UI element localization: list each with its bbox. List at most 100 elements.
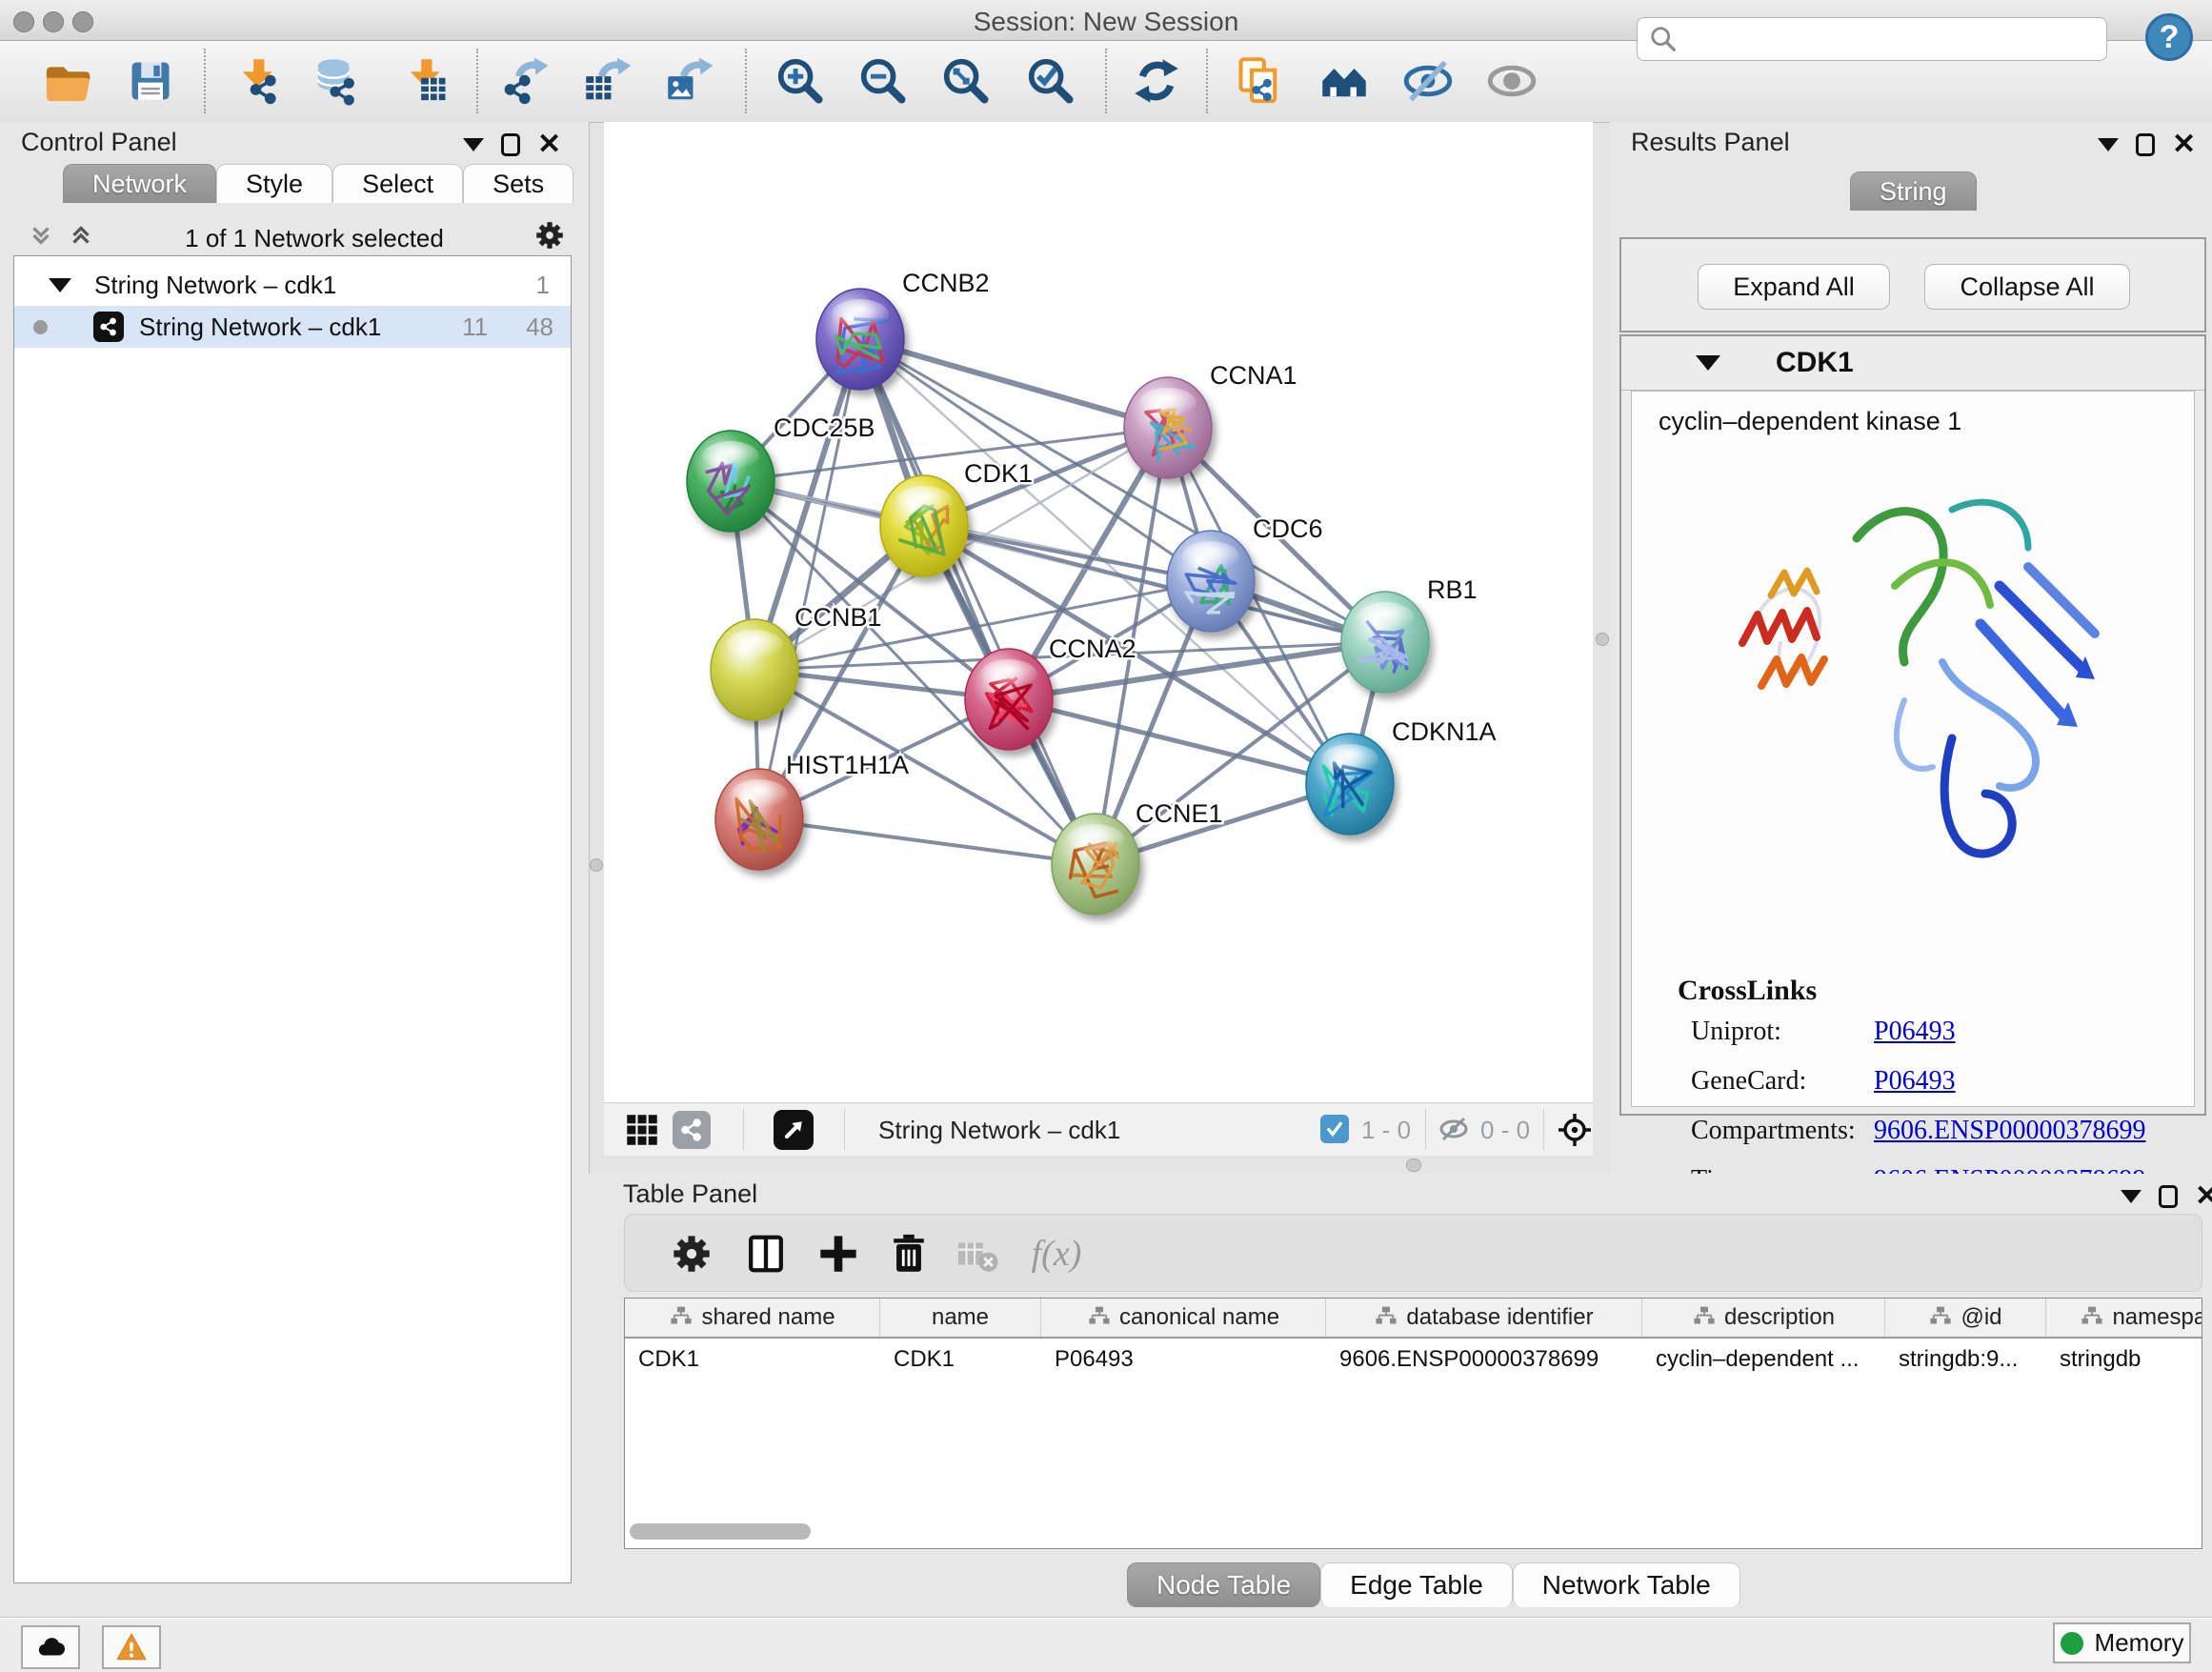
close-results-icon[interactable]: ✕ [2172,133,2196,156]
horizontal-splitter-handle[interactable] [1406,1158,1421,1172]
tab-edge-table[interactable]: Edge Table [1320,1562,1513,1607]
node-table[interactable]: shared namenamecanonical namedatabase id… [624,1298,2202,1549]
network-collection-row[interactable]: String Network – cdk1 1 [14,264,571,306]
crosslink-link[interactable]: 9606.ENSP00000378699 [1874,1116,2145,1146]
edge-CCNB2-CCNA1[interactable] [860,339,1168,428]
collapse-protein-icon[interactable] [1696,355,1720,371]
column-header-description[interactable]: description [1642,1299,1885,1337]
left-splitter-handle[interactable] [590,858,603,872]
column-header-shared-name[interactable]: shared name [625,1299,880,1337]
duplicate-network-button[interactable] [1229,50,1290,111]
warnings-button[interactable] [102,1625,161,1669]
collapse-results-icon[interactable] [2098,138,2119,151]
crosslink-link[interactable]: P06493 [1874,1017,1956,1047]
float-results-icon[interactable] [2136,133,2155,156]
node-CCNB1[interactable] [711,619,798,720]
node-CCNA2[interactable] [965,649,1053,750]
tab-select[interactable]: Select [332,164,463,203]
table-cell[interactable]: 9606.ENSP00000378699 [1326,1339,1642,1380]
tree-expand-icon[interactable] [49,278,71,292]
import-network-database-button[interactable] [308,50,369,111]
table-options-gear-icon[interactable] [663,1225,720,1282]
tab-network-table[interactable]: Network Table [1513,1562,1740,1607]
cloud-button[interactable] [21,1625,80,1669]
crosslink-link[interactable]: P06493 [1874,1066,1956,1097]
expand-all-tree-icon[interactable] [27,221,55,256]
save-session-button[interactable] [120,50,181,111]
table-cell[interactable]: CDK1 [880,1339,1041,1380]
birdseye-grid-icon[interactable] [625,1113,659,1152]
table-cell[interactable]: cyclin–dependent ... [1642,1339,1885,1380]
export-image-button[interactable] [659,50,720,111]
navigator-target-icon[interactable] [1557,1112,1593,1153]
tab-style[interactable]: Style [216,164,332,203]
tab-sets[interactable]: Sets [463,164,573,203]
show-columns-icon[interactable] [737,1225,794,1282]
apply-layout-button[interactable] [1126,50,1187,111]
close-table-panel-icon[interactable]: ✕ [2195,1185,2212,1208]
edge-CCNB2-CCNE1[interactable] [860,339,1096,864]
node-CCNA1[interactable] [1124,377,1212,478]
selected-checkbox-icon[interactable] [1320,1115,1349,1143]
open-session-button[interactable] [36,50,97,111]
column-header-@id[interactable]: @id [1885,1299,2046,1337]
column-header-canonical-name[interactable]: canonical name [1041,1299,1326,1337]
zoom-selected-button[interactable] [1020,50,1081,111]
expand-all-button[interactable]: Expand All [1698,264,1890,310]
open-in-window-icon[interactable] [774,1110,814,1150]
collapse-all-button[interactable]: Collapse All [1924,264,2130,310]
zoom-out-button[interactable] [853,50,914,111]
tab-string[interactable]: String [1850,171,1977,211]
table-cell[interactable]: CDK1 [625,1339,880,1380]
float-panel-icon[interactable] [501,133,520,156]
table-cell[interactable]: P06493 [1041,1339,1326,1380]
tab-network[interactable]: Network [63,164,216,203]
node-HIST1H1A[interactable] [715,769,803,870]
collapse-table-panel-icon[interactable] [2121,1190,2142,1203]
first-neighbors-button[interactable] [1314,50,1375,111]
string-share-icon[interactable] [673,1111,711,1149]
node-CCNE1[interactable] [1052,814,1139,915]
tab-node-table[interactable]: Node Table [1127,1562,1320,1607]
export-table-button[interactable] [577,50,638,111]
export-net-icon [500,56,550,106]
column-header-database-identifier[interactable]: database identifier [1326,1299,1642,1337]
float-table-panel-icon[interactable] [2159,1185,2178,1208]
add-column-icon[interactable] [810,1225,867,1282]
network-canvas[interactable]: CCNB2CCNA1CDC25BCDK1CDC6RB1CCNB1CCNA2CDK… [604,122,1593,1102]
memory-button[interactable]: Memory [2053,1622,2191,1663]
collapse-all-tree-icon[interactable] [67,221,95,256]
import-table-button[interactable] [395,50,456,111]
show-details-button[interactable] [1481,50,1542,111]
node-RB1[interactable] [1341,592,1429,693]
folder-icon [42,56,91,106]
edge-CCNB2-HIST1H1A[interactable] [759,339,860,819]
column-header-namespace[interactable]: namespace [2046,1299,2202,1337]
edge-HIST1H1A-CCNE1[interactable] [759,819,1096,864]
table-cell[interactable]: stringdb [2046,1339,2202,1380]
close-panel-icon[interactable]: ✕ [537,133,561,156]
search-input[interactable] [1637,17,2107,61]
table-row[interactable]: CDK1CDK1P064939606.ENSP00000378699cyclin… [625,1339,2202,1380]
import-table-icon [401,56,451,106]
node-CDC25B[interactable] [687,431,774,532]
network-row-selected[interactable]: String Network – cdk1 11 48 [14,306,571,348]
delete-column-icon[interactable] [880,1225,937,1282]
import-network-file-button[interactable] [228,50,289,111]
right-splitter-handle[interactable] [1596,633,1609,646]
export-network-button[interactable] [494,50,555,111]
column-header-name[interactable]: name [880,1299,1041,1337]
help-button[interactable]: ? [2145,13,2193,61]
table-horizontal-scrollbar[interactable] [630,1523,811,1540]
node-CDKN1A[interactable] [1306,734,1394,835]
zoom-in-button[interactable] [770,50,831,111]
network-options-gear-icon[interactable] [533,219,566,258]
table-cell[interactable]: stringdb:9... [1885,1339,2046,1380]
collapse-panel-icon[interactable] [463,138,484,151]
protein-card-header[interactable]: CDK1 [1621,336,2204,391]
node-CDC6[interactable] [1167,531,1255,632]
node-CDK1[interactable] [880,475,968,576]
zoom-fit-button[interactable] [935,50,996,111]
hide-details-button[interactable] [1398,50,1458,111]
node-CCNB2[interactable] [816,289,904,390]
